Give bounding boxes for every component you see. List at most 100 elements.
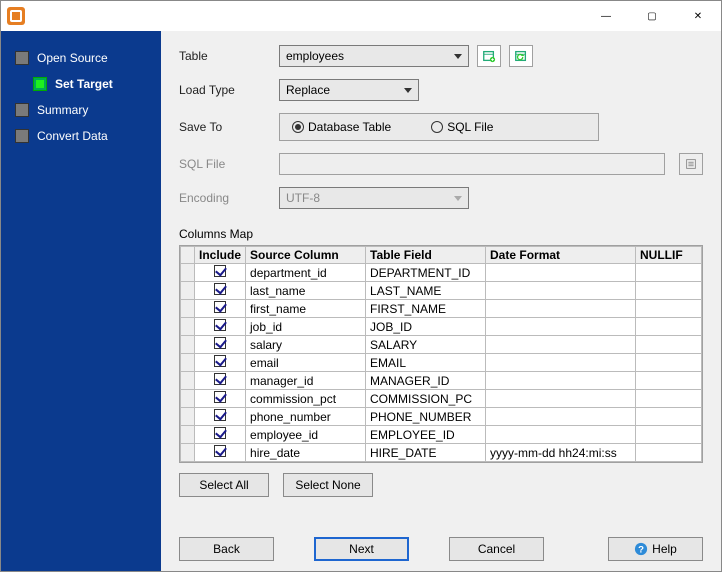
checkbox-icon[interactable]	[214, 409, 226, 421]
row-header[interactable]	[181, 336, 195, 354]
datefmt-cell[interactable]	[486, 336, 636, 354]
cancel-button[interactable]: Cancel	[449, 537, 544, 561]
new-table-button[interactable]	[477, 45, 501, 67]
nullif-cell[interactable]	[636, 282, 702, 300]
step-convert-data[interactable]: Convert Data	[1, 123, 161, 149]
field-cell[interactable]: SALARY	[366, 336, 486, 354]
datefmt-cell[interactable]	[486, 300, 636, 318]
datefmt-cell[interactable]	[486, 426, 636, 444]
table-row[interactable]: hire_dateHIRE_DATEyyyy-mm-dd hh24:mi:ss	[181, 444, 702, 462]
nullif-cell[interactable]	[636, 354, 702, 372]
maximize-button[interactable]: ▢	[629, 1, 675, 31]
field-cell[interactable]: HIRE_DATE	[366, 444, 486, 462]
source-cell[interactable]: first_name	[246, 300, 366, 318]
checkbox-icon[interactable]	[214, 319, 226, 331]
row-header[interactable]	[181, 354, 195, 372]
source-cell[interactable]: salary	[246, 336, 366, 354]
select-all-button[interactable]: Select All	[179, 473, 269, 497]
step-open-source[interactable]: Open Source	[1, 45, 161, 71]
table-row[interactable]: last_nameLAST_NAME	[181, 282, 702, 300]
field-cell[interactable]: LAST_NAME	[366, 282, 486, 300]
checkbox-icon[interactable]	[214, 337, 226, 349]
minimize-button[interactable]: —	[583, 1, 629, 31]
saveto-sql-radio[interactable]: SQL File	[431, 120, 493, 134]
table-row[interactable]: salarySALARY	[181, 336, 702, 354]
row-header[interactable]	[181, 390, 195, 408]
loadtype-combo[interactable]: Replace	[279, 79, 419, 101]
checkbox-icon[interactable]	[214, 265, 226, 277]
back-button[interactable]: Back	[179, 537, 274, 561]
nullif-cell[interactable]	[636, 372, 702, 390]
nullif-cell[interactable]	[636, 426, 702, 444]
datefmt-cell[interactable]	[486, 354, 636, 372]
source-cell[interactable]: employee_id	[246, 426, 366, 444]
source-cell[interactable]: phone_number	[246, 408, 366, 426]
select-none-button[interactable]: Select None	[283, 473, 373, 497]
table-row[interactable]: manager_idMANAGER_ID	[181, 372, 702, 390]
checkbox-icon[interactable]	[214, 283, 226, 295]
field-cell[interactable]: EMPLOYEE_ID	[366, 426, 486, 444]
datefmt-cell[interactable]	[486, 282, 636, 300]
datefmt-cell[interactable]	[486, 408, 636, 426]
field-cell[interactable]: JOB_ID	[366, 318, 486, 336]
include-cell[interactable]	[195, 372, 246, 390]
checkbox-icon[interactable]	[214, 445, 226, 457]
include-cell[interactable]	[195, 408, 246, 426]
table-row[interactable]: department_idDEPARTMENT_ID	[181, 264, 702, 282]
row-header[interactable]	[181, 444, 195, 462]
close-button[interactable]: ✕	[675, 1, 721, 31]
next-button[interactable]: Next	[314, 537, 409, 561]
row-header[interactable]	[181, 318, 195, 336]
nullif-cell[interactable]	[636, 264, 702, 282]
nullif-cell[interactable]	[636, 318, 702, 336]
nullif-cell[interactable]	[636, 390, 702, 408]
include-cell[interactable]	[195, 354, 246, 372]
include-cell[interactable]	[195, 426, 246, 444]
datefmt-cell[interactable]	[486, 372, 636, 390]
table-combo[interactable]: employees	[279, 45, 469, 67]
field-cell[interactable]: FIRST_NAME	[366, 300, 486, 318]
field-cell[interactable]: EMAIL	[366, 354, 486, 372]
nullif-cell[interactable]	[636, 336, 702, 354]
include-cell[interactable]	[195, 300, 246, 318]
row-header[interactable]	[181, 300, 195, 318]
col-source[interactable]: Source Column	[246, 247, 366, 264]
source-cell[interactable]: last_name	[246, 282, 366, 300]
checkbox-icon[interactable]	[214, 355, 226, 367]
col-include[interactable]: Include	[195, 247, 246, 264]
row-header[interactable]	[181, 264, 195, 282]
datefmt-cell[interactable]: yyyy-mm-dd hh24:mi:ss	[486, 444, 636, 462]
step-set-target[interactable]: Set Target	[1, 71, 161, 97]
datefmt-cell[interactable]	[486, 318, 636, 336]
step-summary[interactable]: Summary	[1, 97, 161, 123]
row-header[interactable]	[181, 372, 195, 390]
source-cell[interactable]: commission_pct	[246, 390, 366, 408]
table-row[interactable]: employee_idEMPLOYEE_ID	[181, 426, 702, 444]
table-row[interactable]: emailEMAIL	[181, 354, 702, 372]
row-header[interactable]	[181, 408, 195, 426]
nullif-cell[interactable]	[636, 408, 702, 426]
saveto-db-radio[interactable]: Database Table	[292, 120, 391, 134]
nullif-cell[interactable]	[636, 300, 702, 318]
datefmt-cell[interactable]	[486, 390, 636, 408]
checkbox-icon[interactable]	[214, 373, 226, 385]
col-datefmt[interactable]: Date Format	[486, 247, 636, 264]
row-header[interactable]	[181, 426, 195, 444]
checkbox-icon[interactable]	[214, 427, 226, 439]
field-cell[interactable]: MANAGER_ID	[366, 372, 486, 390]
include-cell[interactable]	[195, 390, 246, 408]
checkbox-icon[interactable]	[214, 391, 226, 403]
table-row[interactable]: first_nameFIRST_NAME	[181, 300, 702, 318]
include-cell[interactable]	[195, 318, 246, 336]
columns-map-grid[interactable]: Include Source Column Table Field Date F…	[179, 245, 703, 463]
include-cell[interactable]	[195, 444, 246, 462]
refresh-table-button[interactable]	[509, 45, 533, 67]
table-row[interactable]: phone_numberPHONE_NUMBER	[181, 408, 702, 426]
table-row[interactable]: commission_pctCOMMISSION_PC	[181, 390, 702, 408]
include-cell[interactable]	[195, 282, 246, 300]
source-cell[interactable]: hire_date	[246, 444, 366, 462]
field-cell[interactable]: COMMISSION_PC	[366, 390, 486, 408]
help-button[interactable]: ? Help	[608, 537, 703, 561]
nullif-cell[interactable]	[636, 444, 702, 462]
datefmt-cell[interactable]	[486, 264, 636, 282]
